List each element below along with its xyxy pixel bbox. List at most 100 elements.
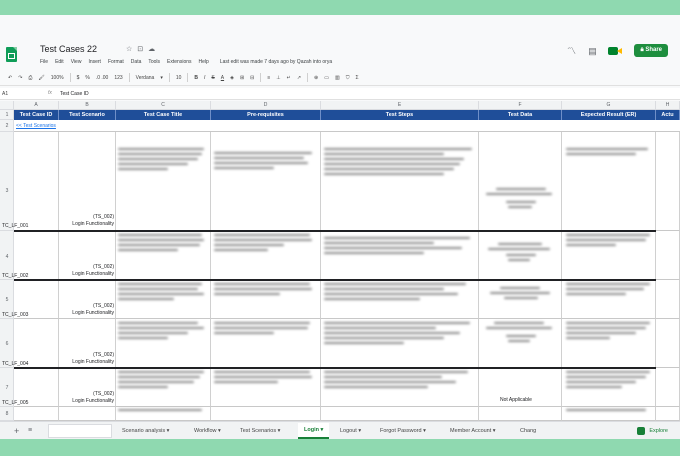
header-prerequisites[interactable]: Pre-requisites <box>211 110 321 120</box>
align-vertical-icon[interactable]: ⊥ <box>276 75 280 81</box>
insert-chart-icon[interactable]: ▥ <box>335 75 340 81</box>
strikethrough-button[interactable]: S <box>211 75 214 81</box>
header-test-data[interactable]: Test Data <box>479 110 562 120</box>
menu-extensions[interactable]: Extensions <box>167 59 191 65</box>
menu-insert[interactable]: Insert <box>88 59 101 65</box>
last-edit-notice[interactable]: Last edit was made 7 days ago by Qazah i… <box>220 59 332 65</box>
paint-format-icon[interactable]: 🖌︎ <box>38 75 44 81</box>
menu-help[interactable]: Help <box>199 59 209 65</box>
align-horizontal-icon[interactable]: ≡ <box>267 75 270 81</box>
undo-icon[interactable]: ↶ <box>8 75 12 81</box>
document-title[interactable]: Test Cases 22 <box>40 44 97 54</box>
table-cell[interactable] <box>321 132 479 231</box>
print-icon[interactable]: ⎙ <box>28 75 32 81</box>
row-header[interactable]: 2 <box>0 120 14 132</box>
tab-member-account[interactable]: Member Account ▾ <box>450 428 496 434</box>
menu-tools[interactable]: Tools <box>148 59 160 65</box>
table-cell[interactable] <box>321 407 479 421</box>
column-header-b[interactable]: B <box>59 101 116 110</box>
italic-button[interactable]: I <box>204 75 205 81</box>
comments-icon[interactable]: ▤ <box>586 45 598 57</box>
bold-button[interactable]: B <box>194 75 198 81</box>
redo-icon[interactable]: ↷ <box>18 75 22 81</box>
table-cell[interactable] <box>656 407 680 421</box>
table-cell[interactable] <box>656 319 680 368</box>
header-test-scenario[interactable]: Test Scenario <box>59 110 116 120</box>
font-size-select[interactable]: 10 <box>176 75 182 81</box>
cloud-status-icon[interactable]: ☁ <box>148 46 160 53</box>
tab-workflow[interactable]: Workflow ▾ <box>194 428 221 434</box>
column-header-f[interactable]: F <box>479 101 562 110</box>
title-actions[interactable]: ☆⊡☁ <box>126 45 160 53</box>
percent-format-button[interactable]: % <box>85 75 89 81</box>
table-cell[interactable] <box>656 231 680 280</box>
tab-scenario-analysis[interactable]: Scenario analysis ▾ <box>122 428 169 434</box>
font-select[interactable]: Verdana <box>136 75 155 81</box>
menu-format[interactable]: Format <box>108 59 124 65</box>
star-icon[interactable]: ☆ <box>126 46 137 53</box>
share-button[interactable]: 🔒︎ Share <box>634 44 668 57</box>
row-header[interactable]: 1 <box>0 110 14 120</box>
table-cell[interactable] <box>211 407 321 421</box>
number-format-select[interactable]: 123 <box>114 75 122 81</box>
menu-view[interactable]: View <box>71 59 82 65</box>
zoom-select[interactable]: 100% <box>51 75 64 81</box>
insert-comment-icon[interactable]: ▭ <box>324 75 329 81</box>
table-cell[interactable] <box>14 407 59 421</box>
column-header-h[interactable]: H <box>656 101 680 110</box>
borders-icon[interactable]: ⊞ <box>240 75 244 81</box>
table-cell[interactable] <box>479 407 562 421</box>
move-folder-icon[interactable]: ⊡ <box>137 46 148 53</box>
text-rotate-icon[interactable]: ↗ <box>297 75 301 81</box>
activity-trend-icon[interactable]: 〽 <box>565 45 577 57</box>
sheets-logo-icon[interactable] <box>6 47 17 62</box>
menu-edit[interactable]: Edit <box>55 59 64 65</box>
table-cell[interactable] <box>656 368 680 407</box>
table-cell[interactable] <box>59 407 116 421</box>
text-wrap-icon[interactable]: ↵ <box>287 75 291 81</box>
table-cell[interactable] <box>479 132 562 231</box>
filter-icon[interactable]: ⛉ <box>346 75 350 81</box>
table-cell[interactable] <box>656 280 680 319</box>
fill-color-icon[interactable]: ◈ <box>230 75 234 81</box>
tab-logout[interactable]: Logout ▾ <box>340 428 361 434</box>
tab-chang[interactable]: Chang <box>520 428 536 434</box>
sheet-tab-blank[interactable] <box>48 424 112 438</box>
explore-button[interactable]: Explore <box>637 427 668 435</box>
row-header[interactable]: 3 <box>0 132 14 231</box>
menu-data[interactable]: Data <box>131 59 142 65</box>
insert-link-icon[interactable]: ⊕ <box>314 75 318 81</box>
table-cell[interactable] <box>562 132 656 231</box>
all-sheets-icon[interactable]: ≡ <box>28 427 32 434</box>
column-header-a[interactable]: A <box>14 101 59 110</box>
header-test-case-title[interactable]: Test Case Title <box>116 110 211 120</box>
merge-cells-icon[interactable]: ⊟ <box>250 75 254 81</box>
column-header-e[interactable]: E <box>321 101 479 110</box>
add-sheet-icon[interactable]: + <box>14 426 19 436</box>
name-box[interactable]: A1 <box>2 91 8 97</box>
menu-file[interactable]: File <box>40 59 48 65</box>
currency-format-button[interactable]: $ <box>77 75 80 81</box>
table-cell[interactable] <box>211 132 321 231</box>
header-test-case-id[interactable]: Test Case ID <box>14 110 59 120</box>
functions-icon[interactable]: Σ <box>355 75 358 81</box>
column-header-g[interactable]: G <box>562 101 656 110</box>
select-all-corner[interactable] <box>0 101 14 110</box>
column-header-d[interactable]: D <box>211 101 321 110</box>
formula-input[interactable]: Test Case ID <box>60 91 89 97</box>
decimal-buttons[interactable]: .0 .00 <box>96 75 109 81</box>
header-test-steps[interactable]: Test Steps <box>321 110 479 120</box>
text-color-button[interactable]: A <box>221 75 224 81</box>
header-actual-result[interactable]: Actu <box>656 110 680 120</box>
header-expected-result[interactable]: Expected Result (ER) <box>562 110 656 120</box>
test-scenarios-link[interactable]: << Test Scenarios <box>16 123 56 129</box>
table-cell[interactable] <box>116 132 211 231</box>
tab-forgot-password[interactable]: Forgot Password ▾ <box>380 428 426 434</box>
column-header-c[interactable]: C <box>116 101 211 110</box>
chevron-down-icon[interactable]: ▾ <box>160 75 163 81</box>
table-cell[interactable] <box>656 132 680 231</box>
meet-icon[interactable] <box>607 45 625 57</box>
tab-test-scenarios[interactable]: Test Scenarios ▾ <box>240 428 280 434</box>
row-header[interactable]: 8 <box>0 407 14 421</box>
table-cell[interactable] <box>14 132 59 231</box>
